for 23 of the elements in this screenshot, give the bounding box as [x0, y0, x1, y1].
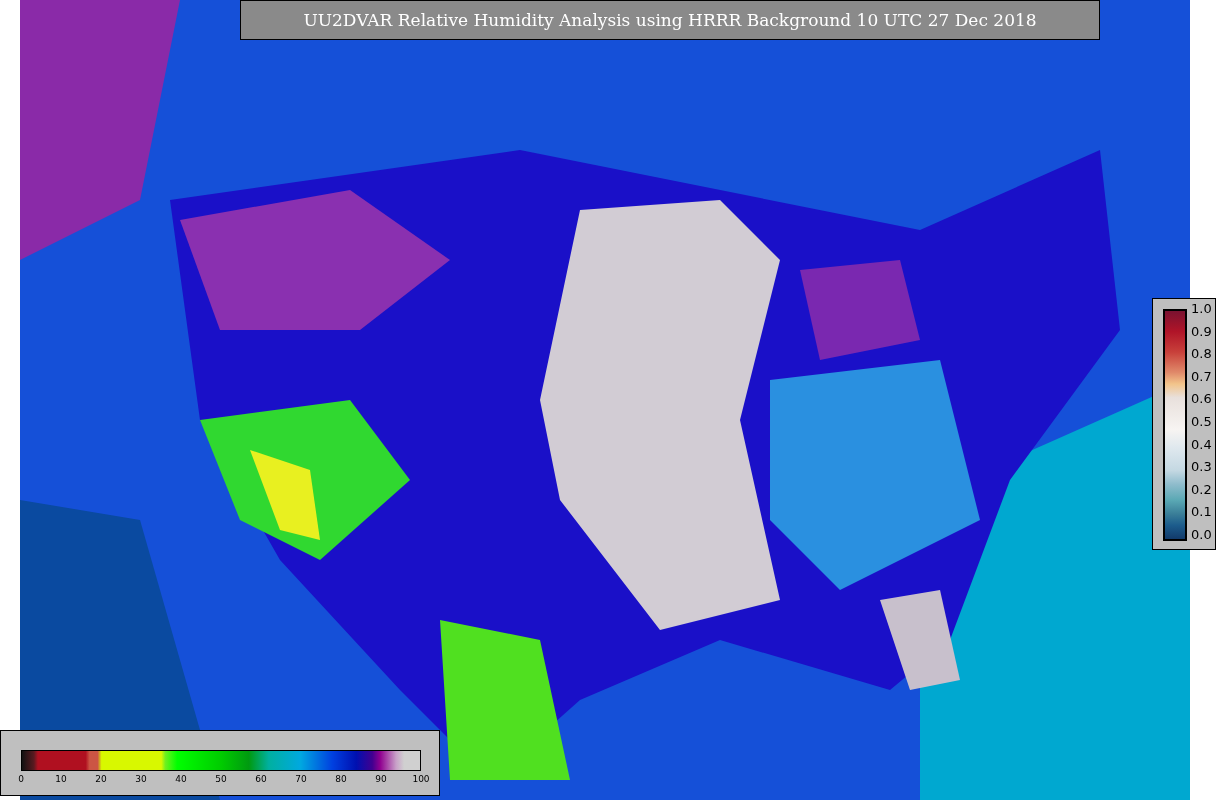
tick-label: 0.6 [1191, 392, 1212, 407]
tick-label: 0.1 [1191, 505, 1212, 520]
tick-label: 0.2 [1191, 482, 1212, 497]
tick-label: 70 [295, 774, 307, 784]
tick-label: 60 [255, 774, 267, 784]
tick-label: 40 [175, 774, 187, 784]
tick-label: 0.0 [1191, 527, 1212, 542]
tick-label: 0.3 [1191, 460, 1212, 475]
tick-label: 1.0 [1191, 302, 1212, 316]
tick-label: 20 [95, 774, 107, 784]
tick-label: 0 [18, 774, 24, 784]
map-title: UU2DVAR Relative Humidity Analysis using HRRR Background 10 UTC 27 Dec 2018 [240, 0, 1100, 40]
tick-label: 30 [135, 774, 147, 784]
tick-label: 100 [412, 774, 430, 784]
tick-label: 50 [215, 774, 227, 784]
tick-label: 0.5 [1191, 414, 1212, 429]
tick-label: 0.9 [1191, 324, 1212, 339]
tick-label: 80 [335, 774, 347, 784]
tick-label: 0.8 [1191, 347, 1212, 362]
tick-label: 10 [55, 774, 67, 784]
tick-label: 0.4 [1191, 437, 1212, 452]
tick-label: 90 [375, 774, 387, 784]
tick-label: 0.7 [1191, 369, 1212, 384]
